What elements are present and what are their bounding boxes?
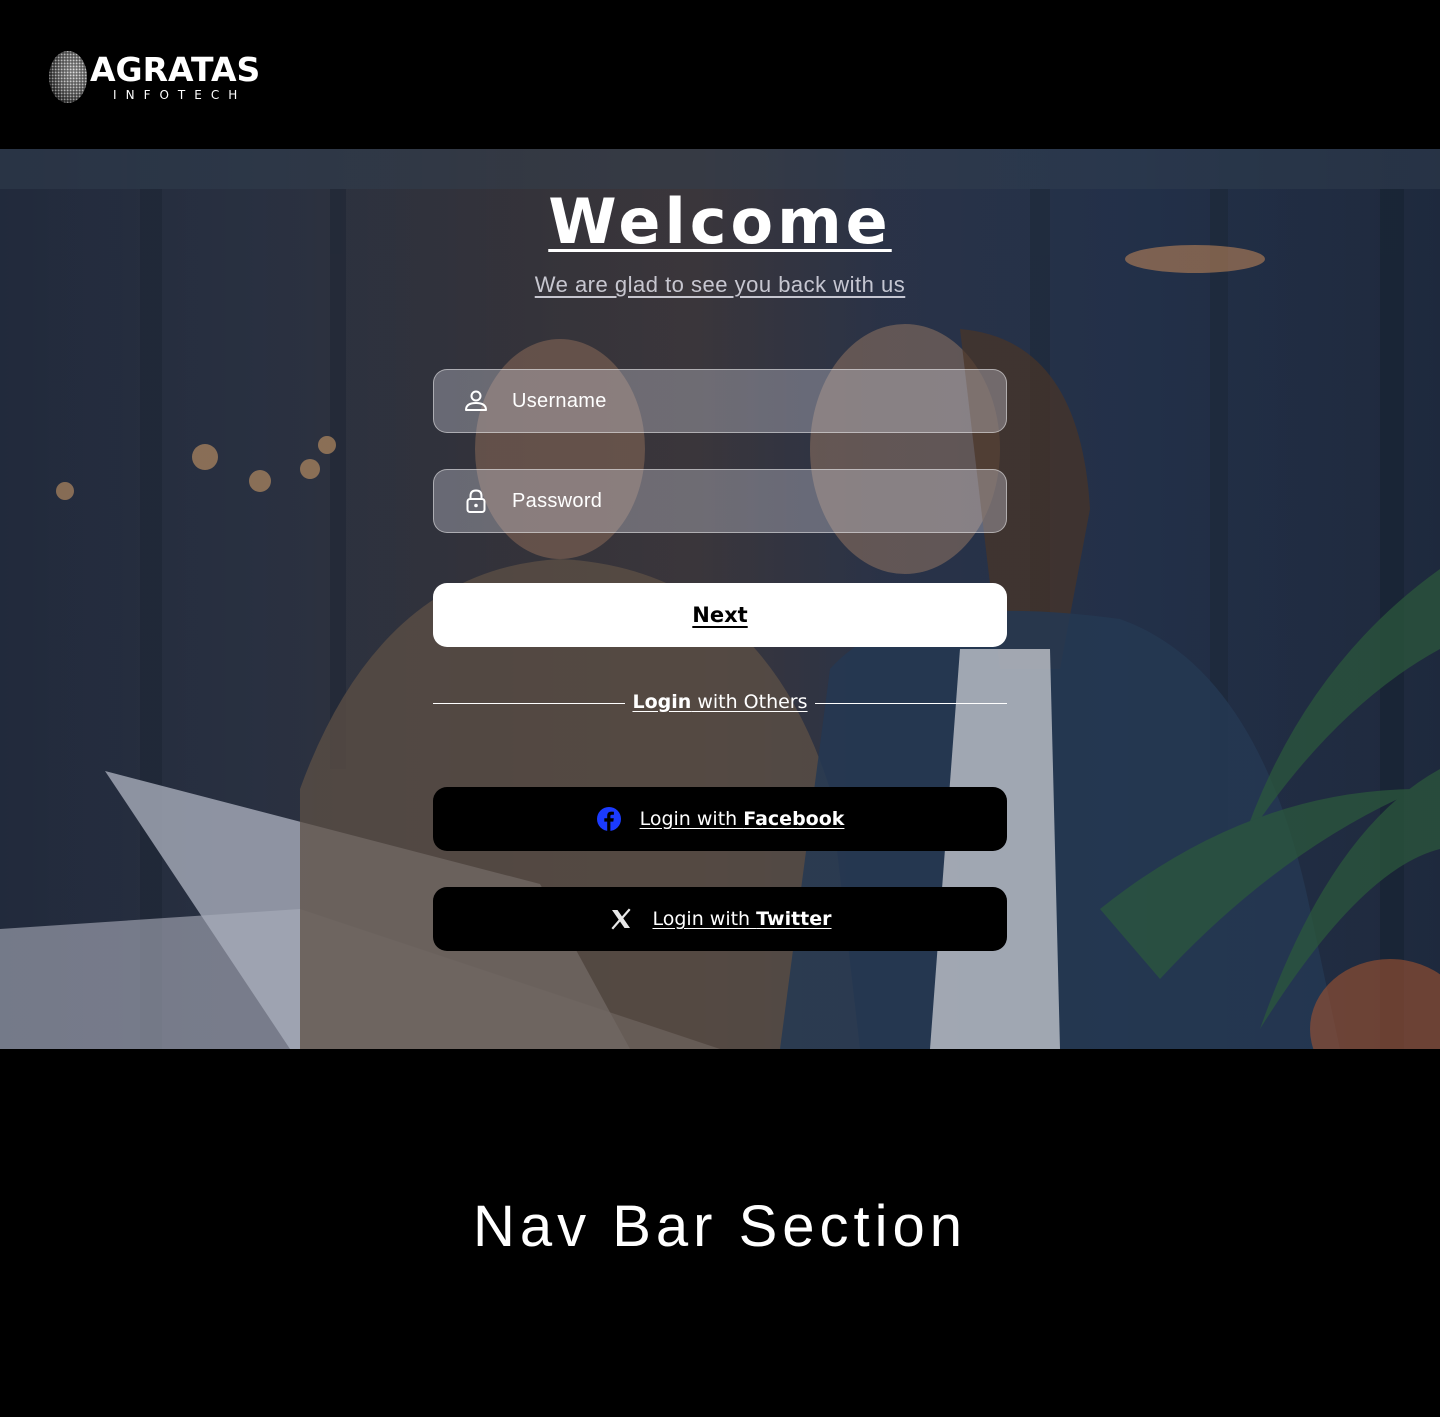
logo-tagline: INFOTECH xyxy=(113,88,247,102)
username-input[interactable] xyxy=(512,389,972,413)
username-field[interactable] xyxy=(433,369,1007,433)
welcome-title: Welcome xyxy=(548,185,892,258)
facebook-icon xyxy=(596,807,621,831)
password-input[interactable] xyxy=(512,489,972,513)
welcome-subtitle: We are glad to see you back with us xyxy=(534,272,906,297)
facebook-login-label: Login with Facebook xyxy=(640,808,845,830)
site-header: AGRATAS INFOTECH xyxy=(0,0,1440,149)
twitter-login-button[interactable]: Login with Twitter xyxy=(433,887,1007,951)
twitter-login-label: Login with Twitter xyxy=(652,908,831,930)
lock-icon xyxy=(466,489,486,513)
twitter-prefix: Login with xyxy=(652,908,757,930)
x-icon xyxy=(611,908,632,930)
nav-bar-section-title: Nav Bar Section xyxy=(472,1194,968,1259)
nav-bar-section: Nav Bar Section xyxy=(0,1049,1440,1417)
twitter-name: Twitter xyxy=(756,908,832,930)
with-others-text: with Others xyxy=(691,691,808,713)
company-logo[interactable]: AGRATAS INFOTECH xyxy=(48,50,260,104)
facebook-prefix: Login with xyxy=(639,808,744,830)
facebook-login-button[interactable]: Login with Facebook xyxy=(433,787,1007,851)
facebook-name: Facebook xyxy=(743,808,845,830)
login-word: Login xyxy=(632,691,692,713)
login-with-others-divider: Login with Others xyxy=(433,687,1007,719)
next-button[interactable]: Next xyxy=(433,583,1007,647)
user-icon xyxy=(465,390,487,411)
globe-logo-icon xyxy=(49,51,87,103)
login-with-others-label: Login with Others xyxy=(433,691,1007,713)
login-hero: Welcome We are glad to see you back with… xyxy=(0,149,1440,1049)
logo-name: AGRATAS xyxy=(90,50,261,89)
password-field[interactable] xyxy=(433,469,1007,533)
